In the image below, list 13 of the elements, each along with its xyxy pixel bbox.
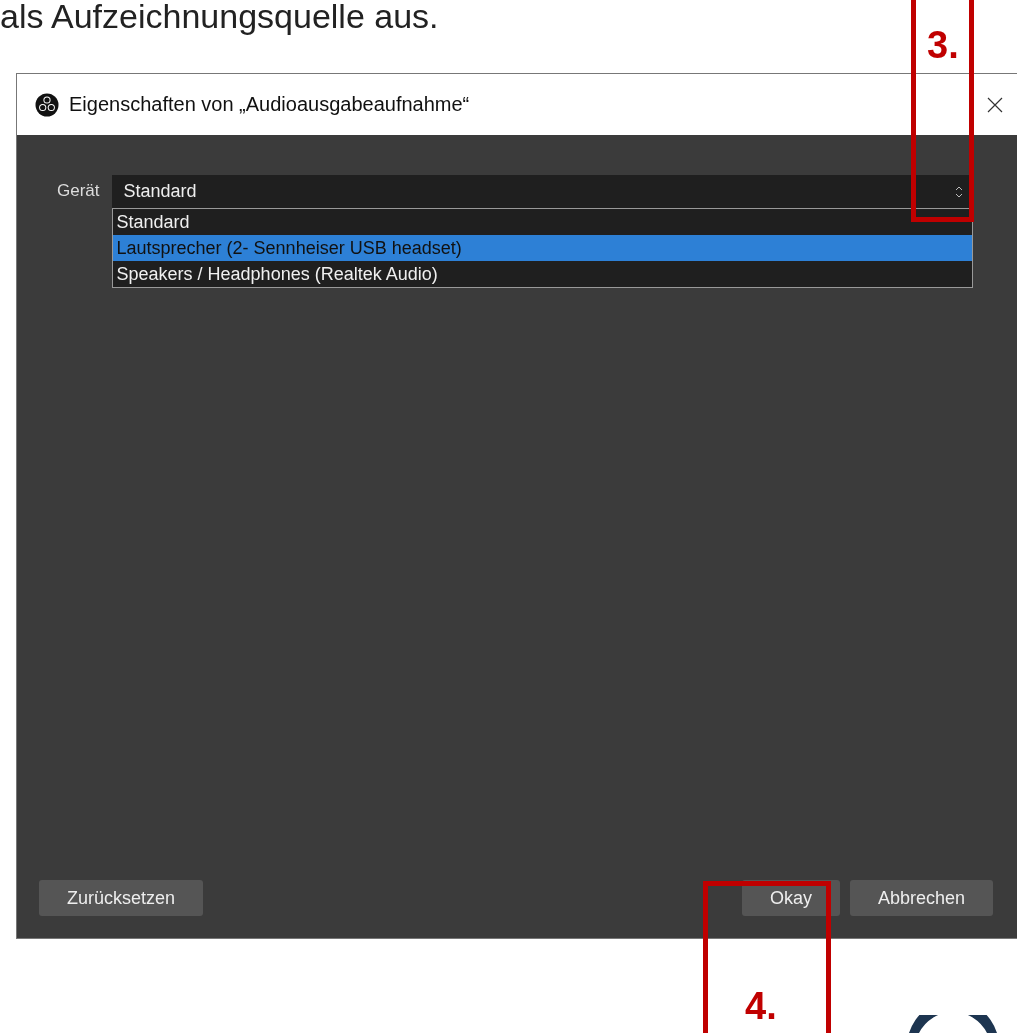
- caption-text: als Aufzeichnungsquelle aus.: [0, 0, 440, 37]
- step-label: 3.: [927, 24, 959, 67]
- close-icon[interactable]: [987, 96, 1003, 113]
- dropdown-option[interactable]: Lautsprecher (2- Sennheiser USB headset): [112, 235, 972, 261]
- window-title: Eigenschaften von „Audioausgabeaufnahme“: [69, 93, 471, 116]
- cancel-button[interactable]: Abbrechen: [849, 880, 993, 916]
- chevron-icon: [955, 184, 963, 199]
- reset-button[interactable]: Zurücksetzen: [39, 880, 204, 916]
- app-logo-icon: [35, 92, 59, 117]
- dropdown-option[interactable]: Standard: [112, 209, 972, 235]
- field-label: Gerät: [56, 180, 100, 202]
- dropdown-option[interactable]: Speakers / Headphones (Realtek Audio): [112, 261, 972, 287]
- step-label: 4.: [745, 985, 777, 1028]
